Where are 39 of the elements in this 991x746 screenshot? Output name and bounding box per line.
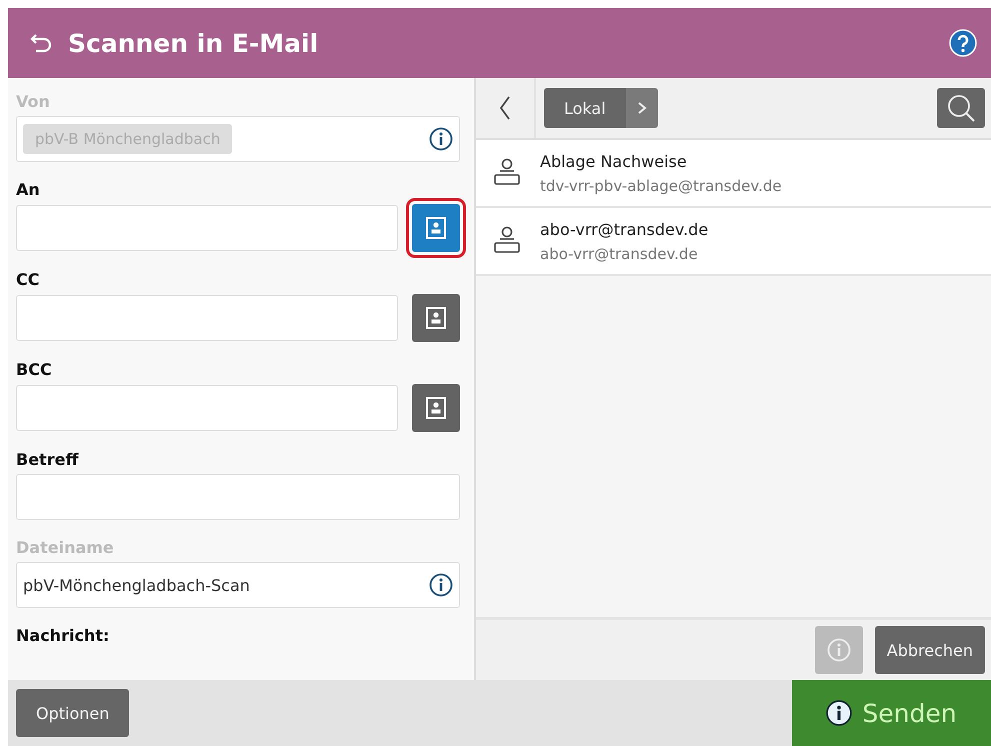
contact-card-icon xyxy=(424,216,448,240)
input-field[interactable] xyxy=(16,385,398,431)
input-field[interactable] xyxy=(16,474,460,520)
back-icon[interactable] xyxy=(30,31,54,55)
contact-card-icon xyxy=(424,306,448,330)
field-label: CC xyxy=(16,270,40,289)
window-title: Scannen in E-Mail xyxy=(68,28,320,58)
field-value: pbV-Mönchengladbach-Scan xyxy=(23,576,250,594)
next-source-button[interactable] xyxy=(626,88,658,128)
info-icon xyxy=(826,700,852,726)
input-field[interactable] xyxy=(16,205,398,251)
field-label: An xyxy=(16,180,41,199)
person-icon xyxy=(494,158,520,188)
search-button[interactable] xyxy=(937,88,985,128)
help-icon[interactable] xyxy=(949,29,977,57)
chevron-left-icon xyxy=(498,94,512,122)
address-book-button[interactable] xyxy=(412,294,460,342)
field-label: Dateiname xyxy=(16,538,115,557)
search-icon xyxy=(946,93,976,123)
field-label: BCC xyxy=(16,360,53,379)
send-button[interactable]: Senden xyxy=(792,680,991,746)
contact-name: abo-vrr@transdev.de xyxy=(540,220,708,238)
address-book-button[interactable] xyxy=(412,204,460,252)
cancel-button[interactable]: Abbrechen xyxy=(874,626,985,674)
field-label: Nachricht: xyxy=(16,626,110,645)
contact-item[interactable]: abo-vrr@transdev.de abo-vrr@transdev.de xyxy=(476,208,991,276)
contact-email: abo-vrr@transdev.de xyxy=(540,244,699,262)
options-button[interactable]: Optionen xyxy=(16,689,130,737)
field-label: Betreff xyxy=(16,450,80,469)
address-book-button[interactable] xyxy=(412,384,460,432)
chevron-right-icon xyxy=(636,101,647,115)
input-field[interactable] xyxy=(16,295,398,341)
contact-email: tdv-vrr-pbv-ablage@transdev.de xyxy=(540,176,782,194)
person-icon xyxy=(494,226,520,256)
address-source-button[interactable]: Lokal xyxy=(544,88,626,128)
contact-item[interactable]: Ablage Nachweise tdv-vrr-pbv-ablage@transdev.de xyxy=(476,140,991,208)
field-label: Von xyxy=(16,92,51,111)
contact-name: Ablage Nachweise xyxy=(540,152,688,170)
contact-card-icon xyxy=(424,396,448,420)
